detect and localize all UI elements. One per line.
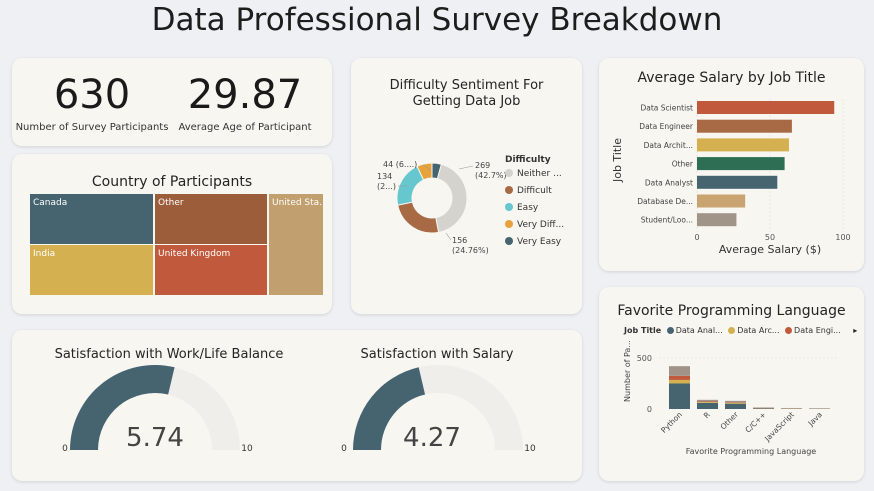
language-category-label: R [702,410,712,420]
treemap-cell-canada[interactable]: Canada [30,194,154,245]
salary-bar[interactable] [697,175,778,189]
salary-bar-chart: Data Scientist Data Engineer Data Archit..… [611,99,851,256]
donut-legend-difficult[interactable]: Difficult [505,186,552,196]
treemap-cell-india[interactable]: India [30,245,154,296]
salary-category-label: Data Analyst [645,178,693,187]
language-bar-segment[interactable] [725,402,746,403]
donut-label-neither-pct: (42.7%) [475,171,507,180]
language-bar-segment[interactable] [753,408,774,409]
kpi-card[interactable]: 630 Number of Survey Participants 29.87 … [12,58,332,146]
participants-value: 630 [53,72,131,118]
language-bar-segment[interactable] [753,407,774,408]
language-category-label: C/C++ [743,410,767,434]
legend-label: Very Diff... [517,220,565,230]
language-category-label: JavaScript [762,410,796,444]
salary-bar[interactable] [697,213,737,227]
donut-legend-title: Difficulty [505,155,551,165]
treemap-cell-other[interactable]: Other [155,194,268,245]
donut-legend-very-difficult[interactable]: Very Diff... [505,220,564,230]
salary-bar[interactable] [697,101,835,114]
donut-legend-easy[interactable]: Easy [505,203,538,213]
donut-label-neither-count: 269 [475,161,490,170]
donut-label-difficult-count: 156 [452,236,467,245]
salary-category-label: Other [672,160,694,169]
salary-tick-0: 0 [694,233,699,242]
language-ytick-0: 0 [647,405,652,414]
worklife-gauge-min: 0 [62,444,68,454]
salary-y-axis-title: Job Title [611,138,624,183]
language-bar-segment[interactable] [725,402,746,404]
legend-dot [505,169,513,177]
salary-bar[interactable] [697,138,789,152]
donut-label-difficult-pct: (24.76%) [452,246,489,255]
donut-label-verydiff: 44 (6....) [383,160,417,169]
salary-x-axis-title: Average Salary ($) [719,243,821,256]
salary-gauge-min: 0 [341,444,347,454]
language-bar-segment[interactable] [697,401,718,403]
age-label: Average Age of Participant [178,122,312,133]
salary-category-label: Data Engineer [639,122,694,131]
legend-dot [505,203,513,211]
legend-label: Difficult [517,186,552,196]
worklife-gauge-max: 10 [241,444,253,454]
difficulty-donut-card[interactable]: Difficulty Sentiment For Getting Data Jo… [351,58,582,314]
language-ytick-500: 500 [637,354,652,363]
donut-leader-neither [458,165,474,170]
donut-slice[interactable] [435,163,468,233]
language-x-axis-title: Favorite Programming Language [686,447,817,456]
salary-tick-100: 100 [835,233,850,242]
legend-dot [505,186,513,194]
language-bar-segment[interactable] [725,403,746,409]
language-y-axis-title: Number of Pa... [623,340,632,402]
language-bar-segment[interactable] [697,402,718,403]
satisfaction-gauges: 5.74 4.27 0 10 0 10 [62,365,536,454]
donut-leader-difficult [445,232,452,241]
salary-tick-50: 50 [765,233,775,242]
salary-category-label: Database De... [637,197,693,206]
language-bar-segment[interactable] [697,399,718,402]
language-bar-segment[interactable] [669,375,690,380]
language-category-label: Java [806,410,824,428]
legend-label: Neither ... [517,169,562,179]
participants-label: Number of Survey Participants [15,122,169,133]
donut-label-easy-pct: (2...) [377,182,396,191]
salary-bar[interactable] [697,194,746,208]
treemap-cell-united-states[interactable]: United Sta... [269,194,324,296]
legend-label: Easy [517,203,539,213]
age-value: 29.87 [187,72,303,118]
salary-category-label: Student/Loo... [641,216,693,225]
treemap-cell-united-kingdom[interactable]: United Kingdom [155,245,268,296]
country-treemap-card[interactable]: Country of Participants Canada Other Uni… [12,154,332,314]
language-bar-segment[interactable] [697,402,718,409]
language-bar-segment[interactable] [669,379,690,384]
legend-dot [505,237,513,245]
salary-category-label: Data Archit... [644,141,693,150]
page-title: Data Professional Survey Breakdown [151,2,723,38]
donut-legend-very-easy[interactable]: Very Easy [505,237,561,247]
language-bar-segment[interactable] [669,383,690,410]
donut-label-easy-count: 134 [377,172,392,181]
legend-label: Very Easy [517,237,562,247]
language-category-label: Other [718,409,740,431]
salary-gauge-value: 4.27 [403,423,461,453]
donut-legend-neither[interactable]: Neither ... [505,169,562,179]
language-category-label: Python [659,410,684,435]
salary-bar[interactable] [697,119,792,133]
language-chart-card[interactable]: Favorite Programming Language Job Title … [599,287,864,481]
language-stacked-bar-chart: Python R Other C/C++JavaScript Java 500 0 Nu… [623,340,839,456]
salary-chart-card[interactable]: Average Salary by Job Title Data Scienti… [599,58,864,271]
salary-gauge-max: 10 [524,444,536,454]
language-bar-segment[interactable] [669,366,690,376]
worklife-gauge-value: 5.74 [126,423,184,453]
satisfaction-gauges-card[interactable]: Satisfaction with Work/Life Balance Sati… [12,330,582,481]
salary-bar[interactable] [697,157,785,171]
donut-slice[interactable] [397,201,440,234]
language-bar-segment[interactable] [725,400,746,403]
legend-dot [505,220,513,228]
treemap-title: Country of Participants [91,174,253,190]
salary-category-label: Data Scientist [641,104,694,113]
